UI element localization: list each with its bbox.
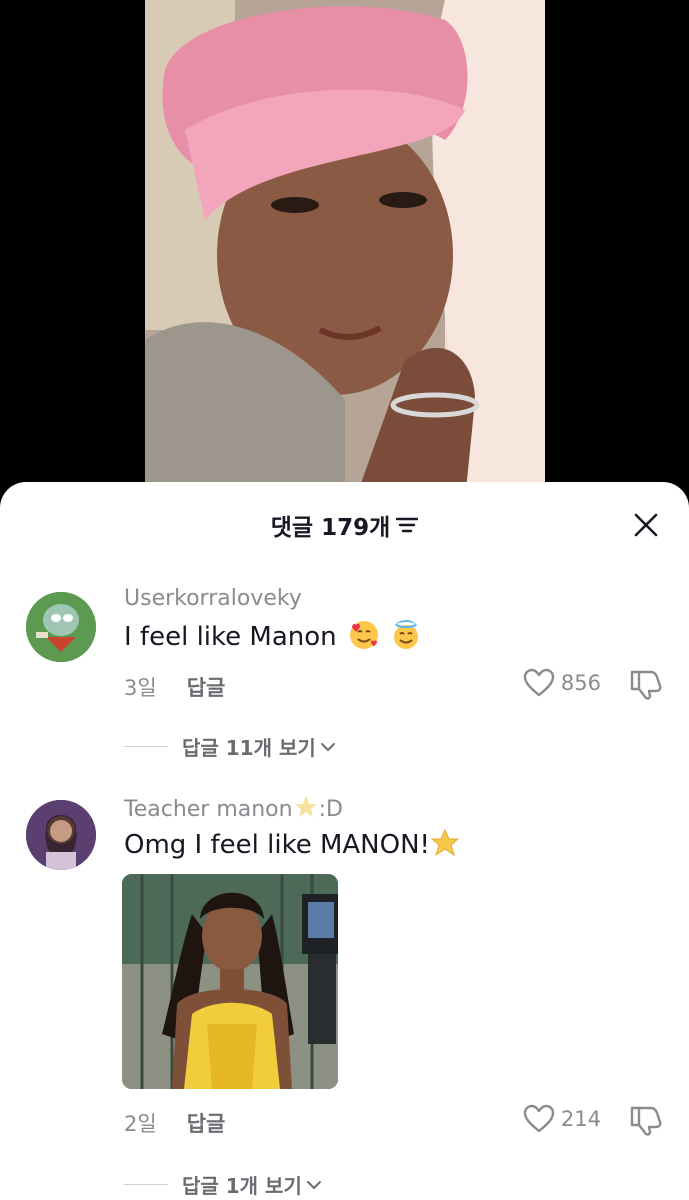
- view-replies-label: 답글 1개 보기: [182, 1174, 302, 1198]
- video-player[interactable]: [0, 0, 689, 500]
- reply-button[interactable]: 답글: [187, 1108, 226, 1138]
- avatar[interactable]: [26, 800, 96, 870]
- chevron-down-icon: [306, 1180, 321, 1189]
- comment-age: 3일: [124, 676, 157, 700]
- comments-count-title: 댓글 179개: [270, 515, 391, 541]
- comment-text: I feel like Manon: [124, 620, 421, 652]
- chevron-down-icon: [320, 742, 335, 751]
- like-button[interactable]: 214: [523, 1104, 601, 1134]
- video-thumbnail: [145, 0, 545, 500]
- smiling-face-with-hearts-icon: [349, 621, 378, 649]
- comments-sheet: 댓글 179개 Userkorraloveky I feel like Mano…: [0, 482, 689, 1200]
- sheet-header: 댓글 179개: [0, 482, 689, 568]
- attached-photo: [122, 874, 338, 1089]
- view-replies-button[interactable]: 답글 11개 보기: [124, 732, 336, 761]
- view-replies-label: 답글 11개 보기: [182, 736, 316, 760]
- close-icon: [634, 513, 658, 537]
- comment-meta: 3일 답글: [124, 672, 225, 702]
- avatar[interactable]: [26, 592, 96, 662]
- comment-username-text: Teacher manon: [124, 797, 293, 822]
- divider-line: [124, 746, 168, 747]
- divider-line: [124, 1184, 168, 1185]
- star-icon: [294, 796, 317, 817]
- like-button[interactable]: 856: [523, 668, 601, 698]
- view-replies-button[interactable]: 답글 1개 보기: [124, 1170, 322, 1199]
- close-button[interactable]: [631, 510, 661, 540]
- comment-username[interactable]: Teacher manon :D: [124, 794, 343, 822]
- heart-icon: [523, 668, 555, 697]
- reply-button[interactable]: 답글: [187, 672, 226, 702]
- comment-text-content: I feel like Manon: [124, 622, 337, 652]
- comment-text: Omg I feel like MANON!: [124, 828, 460, 860]
- comment-username-suffix: :D: [318, 797, 343, 822]
- dislike-icon[interactable]: [629, 1104, 663, 1136]
- heart-icon: [523, 1104, 555, 1133]
- like-count: 214: [560, 1107, 601, 1131]
- comment-attached-image[interactable]: [122, 874, 338, 1089]
- dislike-icon[interactable]: [629, 668, 663, 700]
- comment-username[interactable]: Userkorraloveky: [124, 586, 302, 611]
- smiling-face-with-halo-icon: [394, 620, 419, 649]
- sort-icon[interactable]: [396, 516, 419, 534]
- like-count: 856: [560, 671, 601, 695]
- comment-text-content: Omg I feel like MANON!: [124, 830, 430, 860]
- video-frame[interactable]: [145, 0, 545, 500]
- comment-meta: 2일 답글: [124, 1108, 225, 1138]
- comment-age: 2일: [124, 1112, 157, 1136]
- star-icon: [430, 828, 460, 857]
